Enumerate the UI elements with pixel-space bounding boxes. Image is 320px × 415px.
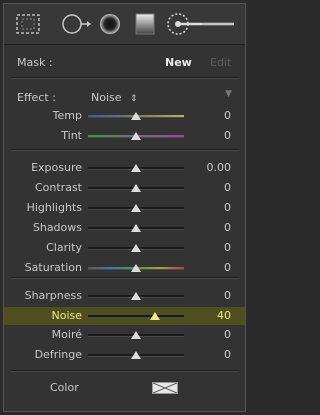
- slider-value-saturation[interactable]: 0: [201, 261, 231, 274]
- slider-row-defringe: Defringe 0: [4, 346, 245, 364]
- slider-label-contrast: Contrast: [34, 181, 82, 194]
- effect-preset-value: Noise: [91, 91, 122, 104]
- mask-new-button[interactable]: New: [165, 56, 192, 69]
- slider-value-tint[interactable]: 0: [201, 129, 231, 142]
- slider-thumb-moir[interactable]: [131, 331, 141, 339]
- crop-overlay-tool-icon[interactable]: [16, 14, 40, 34]
- chevron-up-down-icon: ⇕: [130, 94, 138, 104]
- slider-thumb-shadows[interactable]: [131, 224, 141, 232]
- collapse-triangle-icon[interactable]: ▼: [225, 89, 232, 99]
- mask-edit-button[interactable]: Edit: [210, 56, 231, 69]
- slider-value-temp[interactable]: 0: [201, 109, 231, 122]
- slider-value-highlights[interactable]: 0: [201, 201, 231, 214]
- slider-label-clarity: Clarity: [46, 241, 82, 254]
- slider-label-temp: Temp: [52, 109, 82, 122]
- slider-label-highlights: Highlights: [26, 201, 82, 214]
- mask-label: Mask :: [17, 56, 53, 69]
- slider-thumb-contrast[interactable]: [131, 184, 141, 192]
- slider-row-exposure: Exposure 0.00: [4, 159, 245, 177]
- slider-value-exposure[interactable]: 0.00: [201, 161, 232, 174]
- tool-strip: [4, 4, 245, 45]
- slider-row-tint: Tint 0: [4, 127, 245, 145]
- slider-value-clarity[interactable]: 0: [201, 241, 231, 254]
- red-eye-tool-icon[interactable]: [99, 13, 121, 35]
- local-adjustment-panel: Mask : New Edit Effect : Noise ⇕ ▼ Temp 0…: [3, 3, 246, 412]
- slider-row-saturation: Saturation 0: [4, 259, 245, 277]
- slider-row-moir: Moiré 0: [4, 326, 245, 344]
- slider-label-sharpness: Sharpness: [24, 289, 82, 302]
- slider-thumb-temp[interactable]: [131, 112, 141, 120]
- slider-row-shadows: Shadows 0: [4, 219, 245, 237]
- effect-label: Effect :: [17, 91, 56, 104]
- slider-thumb-exposure[interactable]: [131, 164, 141, 172]
- slider-thumb-highlights[interactable]: [131, 204, 141, 212]
- slider-label-tint: Tint: [61, 129, 82, 142]
- color-swatch[interactable]: [152, 382, 178, 394]
- slider-value-contrast[interactable]: 0: [201, 181, 231, 194]
- slider-row-contrast: Contrast 0: [4, 179, 245, 197]
- divider: [10, 370, 239, 372]
- slider-row-noise: Noise 40: [4, 306, 245, 325]
- slider-row-temp: Temp 0: [4, 107, 245, 125]
- effect-preset-select[interactable]: Noise ⇕: [91, 91, 138, 104]
- slider-label-saturation: Saturation: [24, 261, 82, 274]
- divider: [10, 149, 239, 151]
- color-label: Color: [50, 381, 79, 394]
- divider: [10, 277, 239, 279]
- slider-row-highlights: Highlights 0: [4, 199, 245, 217]
- slider-thumb-defringe[interactable]: [131, 350, 141, 359]
- slider-thumb-saturation[interactable]: [131, 264, 141, 272]
- slider-track-noise[interactable]: [88, 314, 184, 318]
- graduated-filter-tool-icon[interactable]: [135, 13, 155, 35]
- slider-value-defringe[interactable]: 0: [201, 348, 231, 361]
- slider-thumb-noise[interactable]: [150, 311, 161, 320]
- slider-label-moir: Moiré: [51, 328, 82, 341]
- slider-row-sharpness: Sharpness 0: [4, 287, 245, 305]
- slider-label-defringe: Defringe: [34, 347, 82, 361]
- slider-value-shadows[interactable]: 0: [201, 221, 231, 234]
- slider-value-moir[interactable]: 0: [201, 328, 231, 341]
- spot-removal-tool-icon[interactable]: [61, 13, 91, 35]
- slider-label-shadows: Shadows: [32, 221, 82, 234]
- slider-label-exposure: Exposure: [31, 161, 82, 174]
- slider-thumb-tint[interactable]: [131, 132, 141, 140]
- slider-value-sharpness[interactable]: 0: [201, 289, 231, 302]
- divider: [10, 77, 239, 79]
- slider-value-noise[interactable]: 40: [201, 309, 231, 322]
- adjustment-brush-tool-icon[interactable]: [166, 12, 236, 36]
- slider-thumb-sharpness[interactable]: [131, 292, 141, 300]
- slider-label-noise: Noise: [51, 308, 82, 322]
- slider-row-clarity: Clarity 0: [4, 239, 245, 257]
- slider-thumb-clarity[interactable]: [131, 244, 141, 252]
